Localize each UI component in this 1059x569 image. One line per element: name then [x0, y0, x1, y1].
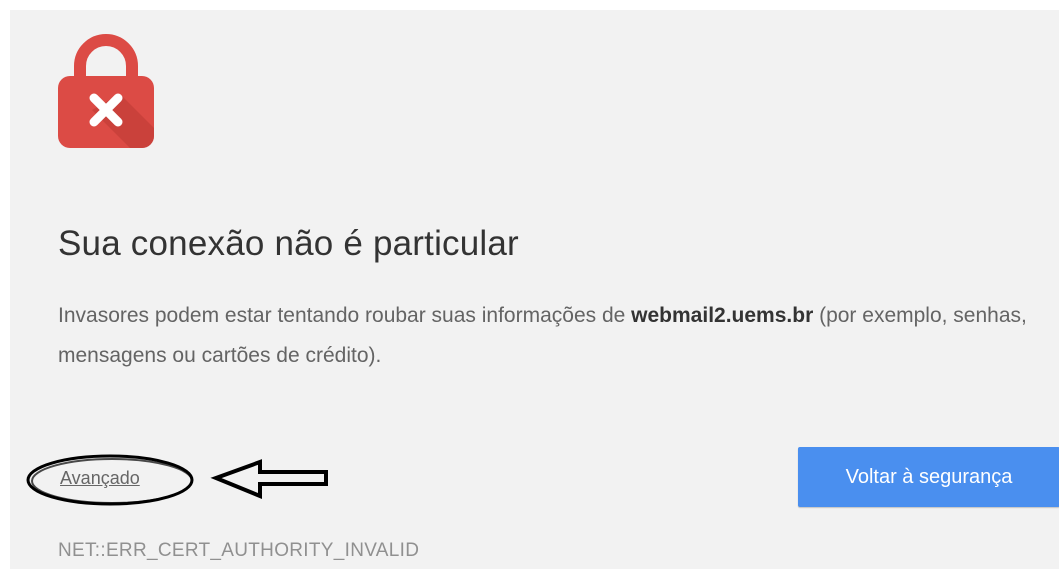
description-text: Invasores podem estar tentando roubar su… — [58, 296, 1038, 376]
advanced-link[interactable]: Avançado — [60, 468, 140, 489]
lock-error-icon — [58, 30, 154, 148]
back-to-safety-button[interactable]: Voltar à segurança — [798, 447, 1059, 507]
interstitial-page: Sua conexão não é particular Invasores p… — [10, 10, 1059, 569]
error-code: NET::ERR_CERT_AUTHORITY_INVALID — [58, 540, 420, 561]
description-text-start: Invasores podem estar tentando roubar su… — [58, 304, 632, 327]
domain-name: webmail2.uems.br — [631, 304, 814, 327]
page-title: Sua conexão não é particular — [58, 224, 519, 263]
